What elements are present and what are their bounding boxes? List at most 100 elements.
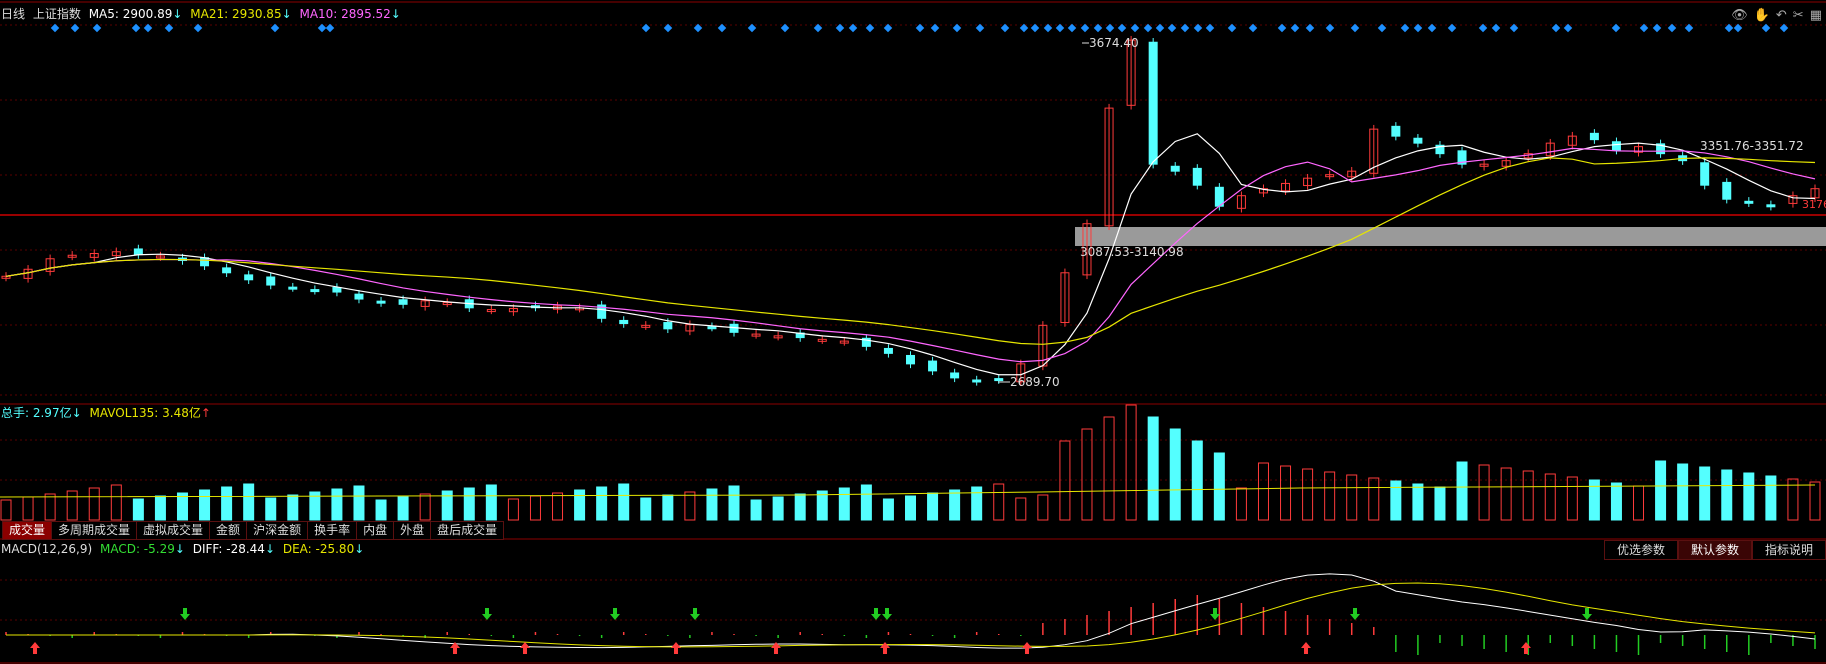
high-price-label: 3674.40 bbox=[1089, 36, 1139, 50]
signal-diamond bbox=[1447, 23, 1457, 33]
volume-bar bbox=[772, 496, 784, 521]
volume-header: 总手: 2.97亿↓ MAVOL135: 3.48亿↑ bbox=[1, 405, 215, 421]
volume-bar bbox=[1456, 461, 1468, 521]
tab-volume[interactable]: 成交量 bbox=[2, 521, 53, 540]
volume-bar bbox=[596, 486, 608, 521]
signal-arrow bbox=[520, 642, 530, 654]
volume-bar bbox=[882, 498, 894, 521]
signal-diamond bbox=[270, 23, 280, 33]
candle-body bbox=[928, 360, 938, 372]
volume-bar bbox=[1257, 462, 1269, 521]
volume-bar bbox=[816, 490, 828, 521]
volume-bar bbox=[88, 487, 100, 521]
signal-diamond bbox=[717, 23, 727, 33]
volume-bar bbox=[397, 496, 409, 521]
candle-body bbox=[1192, 167, 1202, 186]
candle-body bbox=[1391, 125, 1401, 137]
kline-chart[interactable] bbox=[0, 0, 1826, 664]
volume-bar bbox=[1544, 473, 1556, 521]
signal-diamond bbox=[1080, 23, 1090, 33]
tab-multi-period-volume[interactable]: 多周期成交量 bbox=[52, 521, 138, 540]
volume-bar bbox=[993, 483, 1005, 521]
volume-bar bbox=[728, 485, 740, 521]
volume-bar bbox=[331, 488, 343, 521]
volume-bar bbox=[1655, 460, 1667, 521]
volume-bar bbox=[1434, 486, 1446, 521]
signal-diamond bbox=[1130, 23, 1140, 33]
tab-outer-volume[interactable]: 外盘 bbox=[394, 521, 432, 540]
volume-bar bbox=[485, 484, 497, 521]
ma10-line bbox=[5, 147, 1816, 363]
volume-bar bbox=[1103, 416, 1115, 521]
signal-diamond bbox=[1205, 23, 1215, 33]
candle-body bbox=[1148, 41, 1158, 165]
candle-body bbox=[1766, 204, 1776, 208]
volume-bar bbox=[1037, 494, 1049, 521]
volume-bar bbox=[1390, 480, 1402, 521]
volume-bar bbox=[1324, 471, 1336, 521]
signal-diamond bbox=[975, 23, 985, 33]
signal-diamond bbox=[1427, 23, 1437, 33]
mavol-arrow: ↑ bbox=[200, 406, 211, 420]
volume-bar bbox=[463, 487, 475, 521]
signal-arrow bbox=[482, 608, 492, 620]
volume-bar bbox=[0, 499, 12, 521]
volume-bar bbox=[1302, 468, 1314, 521]
volume-bar bbox=[1081, 428, 1093, 521]
volume-bar bbox=[1809, 481, 1821, 521]
volume-bar bbox=[706, 488, 718, 521]
signal-diamond bbox=[325, 23, 335, 33]
signal-diamond bbox=[1227, 23, 1237, 33]
signal-diamond bbox=[780, 23, 790, 33]
signal-diamond bbox=[1155, 23, 1165, 33]
default-params-button[interactable]: 默认参数 bbox=[1677, 540, 1752, 560]
candle-body bbox=[1170, 165, 1180, 172]
signal-arrow bbox=[871, 608, 881, 620]
volume-bar bbox=[750, 499, 762, 521]
signal-diamond bbox=[131, 23, 141, 33]
signal-diamond bbox=[1761, 23, 1771, 33]
signal-diamond bbox=[952, 23, 962, 33]
tab-sh-sz-amount[interactable]: 沪深金额 bbox=[247, 521, 309, 540]
volume-bar bbox=[419, 493, 431, 521]
signal-diamond bbox=[1167, 23, 1177, 33]
indicator-explain-button[interactable]: 指标说明 bbox=[1751, 540, 1826, 560]
diff-line bbox=[6, 573, 1816, 649]
volume-bar bbox=[1213, 452, 1225, 521]
candle-body bbox=[906, 354, 915, 365]
signal-diamond bbox=[915, 23, 925, 33]
volume-bar bbox=[640, 497, 652, 521]
signal-diamond bbox=[1030, 23, 1040, 33]
edge-price-label: 3176 bbox=[1802, 198, 1826, 211]
optimize-params-button[interactable]: 优选参数 bbox=[1603, 540, 1678, 560]
tab-after-hours-volume[interactable]: 盘后成交量 bbox=[431, 521, 505, 540]
gap-band bbox=[1075, 227, 1826, 246]
candle-body bbox=[200, 257, 210, 267]
volume-bar bbox=[1346, 474, 1358, 521]
candle-body bbox=[266, 276, 276, 286]
dea-line bbox=[6, 582, 1816, 648]
signal-diamond bbox=[930, 23, 940, 33]
tab-turnover[interactable]: 换手率 bbox=[308, 521, 358, 540]
volume-bar bbox=[949, 489, 961, 521]
volume-bar bbox=[1280, 465, 1292, 521]
volume-bar bbox=[574, 489, 586, 521]
signal-diamond bbox=[1180, 23, 1190, 33]
tab-virtual-volume[interactable]: 虚拟成交量 bbox=[137, 521, 211, 540]
candle-body bbox=[133, 248, 143, 256]
volume-bar bbox=[1765, 475, 1777, 521]
volume-bar bbox=[265, 497, 277, 521]
signal-diamond bbox=[835, 23, 845, 33]
tab-amount[interactable]: 金额 bbox=[210, 521, 248, 540]
tab-inner-volume[interactable]: 内盘 bbox=[357, 521, 395, 540]
signal-diamond bbox=[1652, 23, 1662, 33]
volume-bar bbox=[1699, 466, 1711, 521]
signal-arrow bbox=[30, 642, 40, 654]
volume-bar bbox=[1478, 464, 1490, 521]
signal-diamond bbox=[1290, 23, 1300, 33]
candle-body bbox=[332, 286, 342, 293]
signal-diamond bbox=[1611, 23, 1621, 33]
dea-value: DEA: -25.80 bbox=[282, 542, 355, 556]
total-volume-label: 总手: 2.97亿 bbox=[1, 406, 72, 420]
candle-body bbox=[310, 289, 320, 293]
